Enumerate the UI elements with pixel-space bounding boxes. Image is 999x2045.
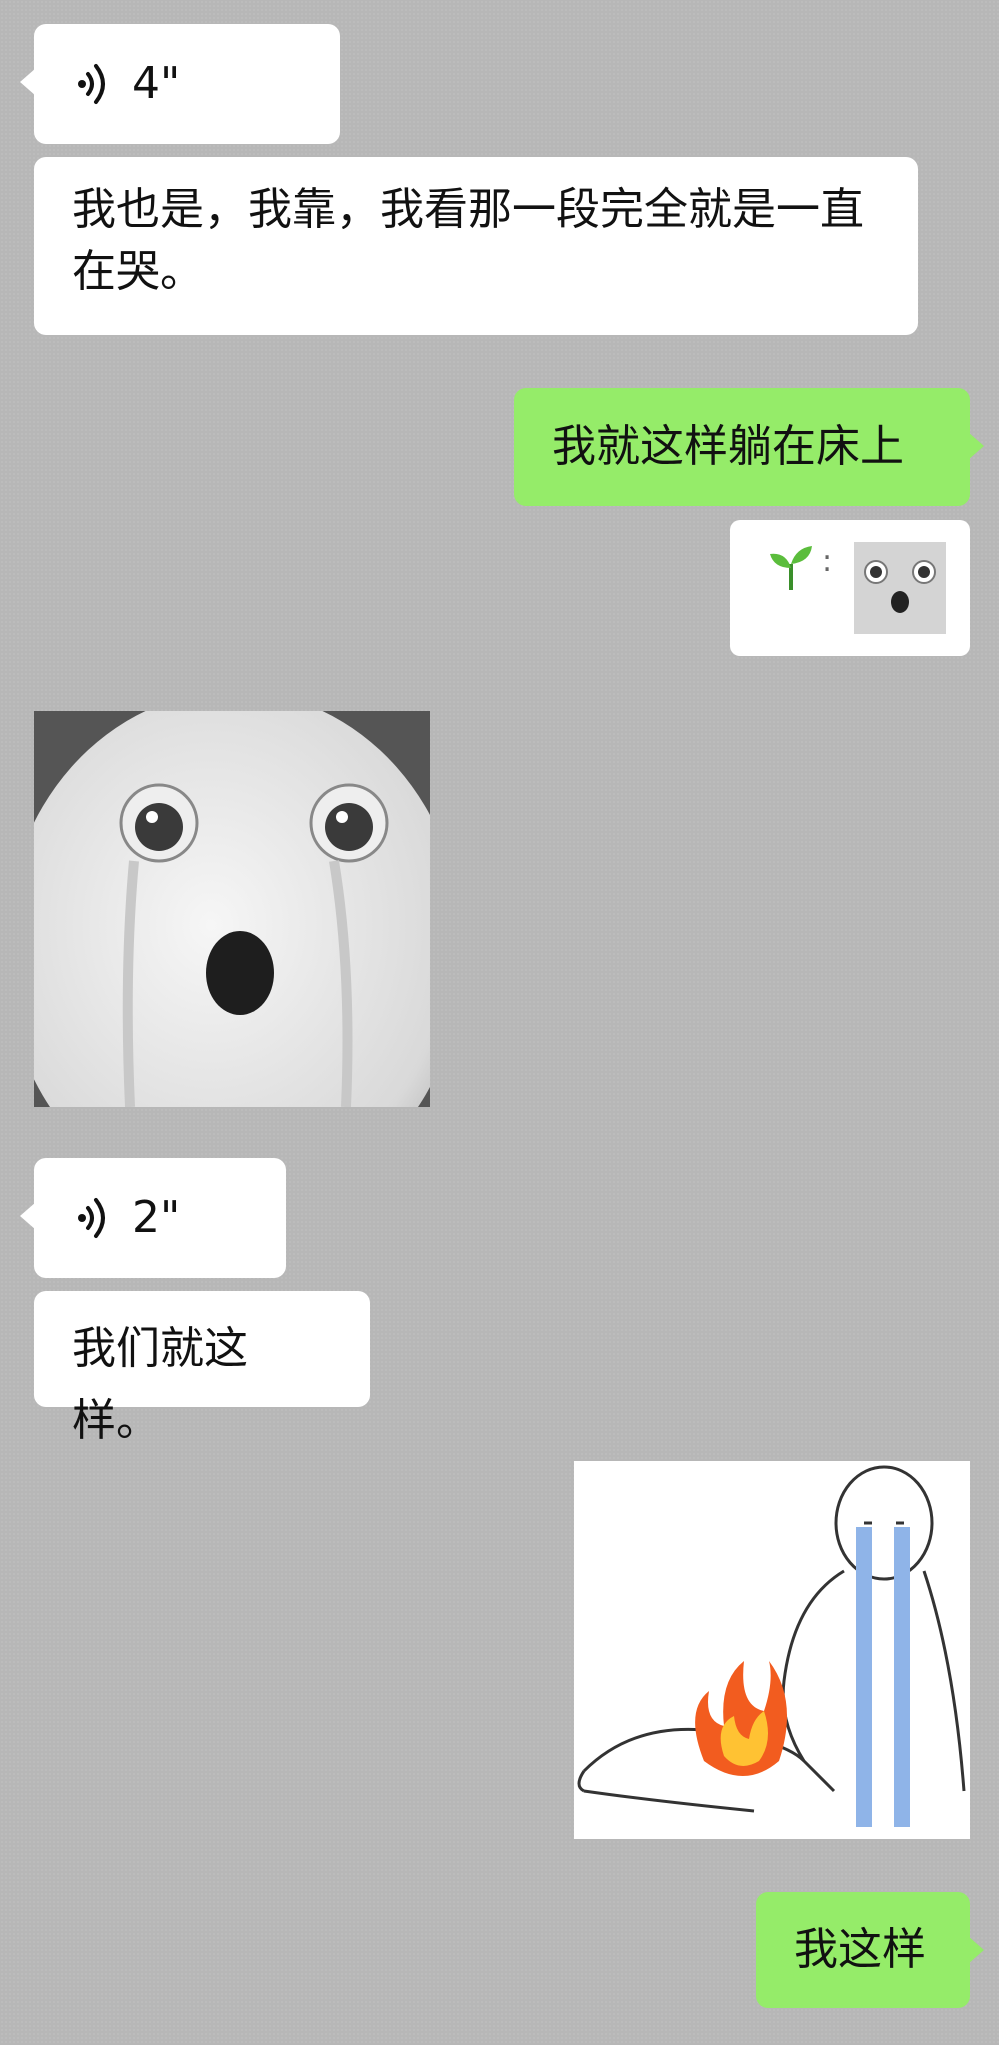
sticker-crying-face[interactable]: [34, 711, 430, 1107]
crying-face-thumbnail: [854, 542, 946, 634]
voice-duration: 2": [132, 1192, 181, 1243]
crying-face-image: [34, 711, 430, 1107]
message-text: 我就这样躺在床上: [552, 421, 904, 472]
sticker-thumbnail[interactable]: [854, 542, 946, 634]
quote-separator: :: [822, 544, 833, 579]
message-text: 我们就这样。: [72, 1323, 248, 1446]
message-text: 我也是，我靠，我看那一段完全就是一直在哭。: [72, 184, 864, 297]
voice-wave-icon: [78, 1198, 105, 1238]
message-bubble-outgoing[interactable]: 我就这样躺在床上: [514, 388, 984, 506]
quote-bubble[interactable]: :: [730, 520, 970, 656]
message-bubble-incoming[interactable]: 我也是，我靠，我看那一段完全就是一直在哭。: [34, 157, 918, 335]
message-text: 我这样: [794, 1924, 926, 1975]
crying-figure-image: [574, 1461, 970, 1839]
voice-duration: 4": [132, 58, 181, 109]
voice-message-1[interactable]: 4": [20, 24, 340, 144]
sticker-crying-figure-fire[interactable]: [574, 1461, 970, 1839]
seedling-icon: [770, 546, 812, 590]
voice-wave-icon: [78, 64, 105, 104]
message-bubble-incoming[interactable]: 我们就这样。: [34, 1291, 370, 1446]
message-bubble-outgoing[interactable]: 我这样: [756, 1892, 984, 2008]
voice-message-2[interactable]: 2": [20, 1158, 286, 1278]
